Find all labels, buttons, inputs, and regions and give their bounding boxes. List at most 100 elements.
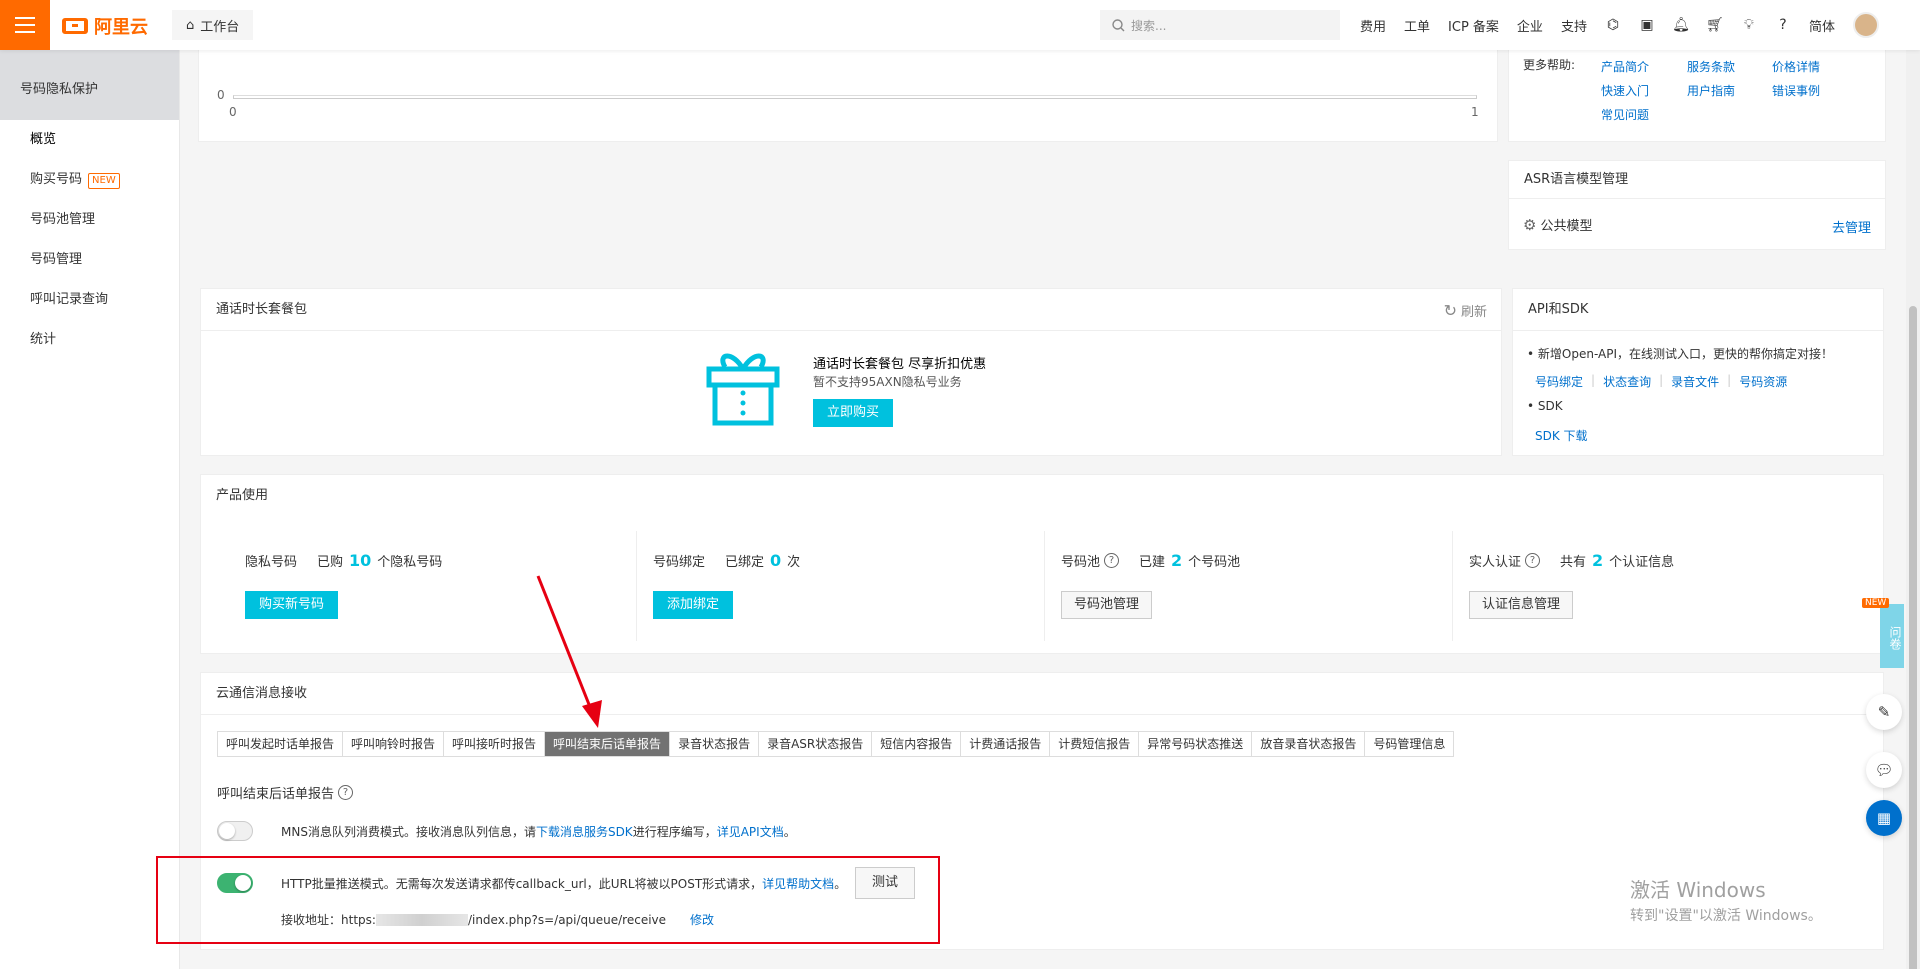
sidebar-item-pool[interactable]: 号码池管理: [0, 200, 179, 240]
aliyun-logo[interactable]: 阿里云: [62, 13, 148, 39]
sdk-download-link[interactable]: SDK 下载: [1535, 427, 1588, 444]
refresh-label: 刷新: [1460, 305, 1487, 320]
tab-sms-content[interactable]: 短信内容报告: [872, 732, 962, 756]
chat-icon[interactable]: 💬︎: [1866, 752, 1902, 788]
nav-enterprise[interactable]: 企业: [1517, 16, 1543, 35]
api-link-status[interactable]: 状态查询: [1603, 373, 1651, 390]
help-link-terms[interactable]: 服务条款: [1687, 58, 1735, 75]
api-link-bind[interactable]: 号码绑定: [1535, 373, 1583, 390]
search-input[interactable]: 搜索...: [1100, 10, 1340, 40]
nav-icp[interactable]: ICP 备案: [1448, 16, 1499, 35]
usage-card-pre: 共有: [1560, 555, 1587, 570]
help-link-intro[interactable]: 产品简介: [1601, 58, 1649, 75]
api-title: API和SDK: [1513, 289, 1883, 331]
download-sdk-link[interactable]: 下载消息服务SDK: [536, 825, 633, 839]
bell-icon[interactable]: 🔔︎: [1672, 17, 1690, 33]
scrollbar[interactable]: [1906, 50, 1920, 969]
help-circle-icon[interactable]: ?: [338, 785, 354, 800]
tab-recording-asr[interactable]: 录音ASR状态报告: [759, 732, 873, 756]
help-circle-icon[interactable]: ?: [1104, 553, 1120, 568]
annotation-arrow: [536, 575, 602, 728]
sidebar-item-number-manage[interactable]: 号码管理: [0, 240, 179, 280]
api-link-recording[interactable]: 录音文件: [1671, 373, 1719, 390]
sidebar-item-buy-number[interactable]: 购买号码 NEW: [0, 160, 179, 200]
code-icon[interactable]: ⌬: [1605, 17, 1621, 33]
nav-billing[interactable]: 费用: [1360, 16, 1386, 35]
help-panel: 更多帮助: 产品简介 服务条款 价格详情 快速入门 用户指南 错误事例 常见问题: [1508, 50, 1886, 142]
sidebar-item-stats[interactable]: 统计: [0, 320, 179, 360]
help-link-errors[interactable]: 错误事例: [1772, 82, 1820, 99]
tab-abnormal-number[interactable]: 异常号码状态推送: [1139, 732, 1253, 756]
refresh-button[interactable]: ↻ 刷新: [1444, 301, 1487, 320]
logo-text: 阿里云: [94, 17, 148, 38]
sidebar-item-label: 号码管理: [30, 252, 83, 267]
package-title: 通话时长套餐包: [201, 289, 1501, 331]
tab-billing-sms[interactable]: 计费短信报告: [1050, 732, 1140, 756]
api-link-resource[interactable]: 号码资源: [1739, 373, 1787, 390]
tab-number-manage[interactable]: 号码管理信息: [1365, 732, 1454, 756]
apps-icon[interactable]: ▦: [1866, 800, 1902, 836]
pool-manage-button[interactable]: 号码池管理: [1061, 591, 1153, 619]
help-label: 更多帮助:: [1523, 58, 1576, 72]
help-link-guide[interactable]: 用户指南: [1687, 82, 1735, 99]
lightbulb-icon[interactable]: 💡︎: [1741, 17, 1757, 33]
tab-call-ringing[interactable]: 呼叫响铃时报告: [343, 732, 445, 756]
tab-call-end[interactable]: 呼叫结束后话单报告: [545, 732, 671, 756]
api-panel: API和SDK • 新增Open-API，在线测试入口，更快的帮你搞定对接！ 号…: [1512, 288, 1884, 456]
nav-ticket[interactable]: 工单: [1404, 16, 1430, 35]
gift-icon: [706, 353, 780, 426]
new-badge: NEW: [88, 173, 120, 189]
tab-playback-recording[interactable]: 放音录音状态报告: [1252, 732, 1366, 756]
tab-call-start[interactable]: 呼叫发起时话单报告: [218, 732, 344, 756]
menu-icon[interactable]: [0, 0, 50, 50]
buy-number-button[interactable]: 购买新号码: [245, 591, 339, 619]
mns-mid-text: 进行程序编写，: [632, 825, 717, 839]
usage-card-name: 隐私号码: [245, 555, 298, 570]
chart-y-tick: 0: [217, 88, 225, 102]
asr-manage-link[interactable]: 去管理: [1832, 217, 1871, 236]
windows-watermark: 激活 Windows 转到"设置"以激活 Windows。: [1630, 874, 1822, 925]
tab-recording-status[interactable]: 录音状态报告: [670, 732, 760, 756]
sidebar-item-label: 概览: [30, 132, 57, 147]
cart-icon[interactable]: 🛒︎: [1706, 17, 1724, 33]
usage-card-pre: 已绑定: [725, 555, 765, 570]
usage-card-pool: 号码池 ? 已建 2 个号码池 号码池管理: [1045, 531, 1453, 641]
usage-card-pre: 已建: [1139, 555, 1166, 570]
avatar[interactable]: [1852, 12, 1879, 38]
language-switch[interactable]: 简体: [1809, 16, 1835, 35]
buy-package-button[interactable]: 立即购买: [813, 399, 894, 427]
search-icon: [1112, 18, 1125, 31]
verification-manage-button[interactable]: 认证信息管理: [1469, 591, 1574, 619]
sidebar-item-overview[interactable]: 概览: [0, 120, 179, 160]
help-icon[interactable]: ?: [1775, 17, 1791, 33]
usage-card-count: 0: [770, 551, 782, 570]
refresh-icon: ↻: [1443, 301, 1457, 320]
scrollbar-thumb[interactable]: [1909, 306, 1917, 969]
tab-billing-call[interactable]: 计费通话报告: [961, 732, 1051, 756]
message-title: 云通信消息接收: [201, 673, 1883, 715]
watermark-line1: 激活 Windows: [1630, 878, 1766, 902]
help-link-quickstart[interactable]: 快速入门: [1601, 82, 1649, 99]
search-placeholder: 搜索...: [1131, 18, 1167, 33]
api-doc-link[interactable]: 详见API文档: [717, 825, 784, 839]
terminal-icon[interactable]: ▣: [1639, 17, 1655, 33]
tab-call-answer[interactable]: 呼叫接听时报告: [444, 732, 546, 756]
survey-text: 问卷: [1888, 626, 1902, 650]
add-binding-button[interactable]: 添加绑定: [653, 591, 734, 619]
top-nav: 费用 工单 ICP 备案 企业 支持 ⌬ ▣ 🔔︎ 🛒︎ 💡︎ ? 简体: [1360, 0, 1879, 50]
help-circle-icon[interactable]: ?: [1525, 553, 1541, 568]
home-icon: ⌂: [186, 17, 195, 33]
section-title-text: 呼叫结束后话单报告: [217, 787, 335, 802]
workbench-button[interactable]: ⌂ 工作台: [172, 10, 254, 40]
help-link-faq[interactable]: 常见问题: [1601, 106, 1649, 123]
edit-icon[interactable]: ✎: [1866, 694, 1902, 730]
asr-item: ⚙ 公共模型: [1523, 215, 1592, 235]
help-link-pricing[interactable]: 价格详情: [1772, 58, 1820, 75]
survey-tab[interactable]: 问卷: [1880, 604, 1904, 668]
sidebar-item-label: 统计: [30, 332, 57, 347]
mns-toggle[interactable]: [217, 821, 253, 841]
usage-card-name: 号码绑定: [653, 555, 706, 570]
sidebar-item-call-records[interactable]: 呼叫记录查询: [0, 280, 179, 320]
usage-card-name: 号码池: [1061, 555, 1101, 570]
nav-support[interactable]: 支持: [1561, 16, 1587, 35]
